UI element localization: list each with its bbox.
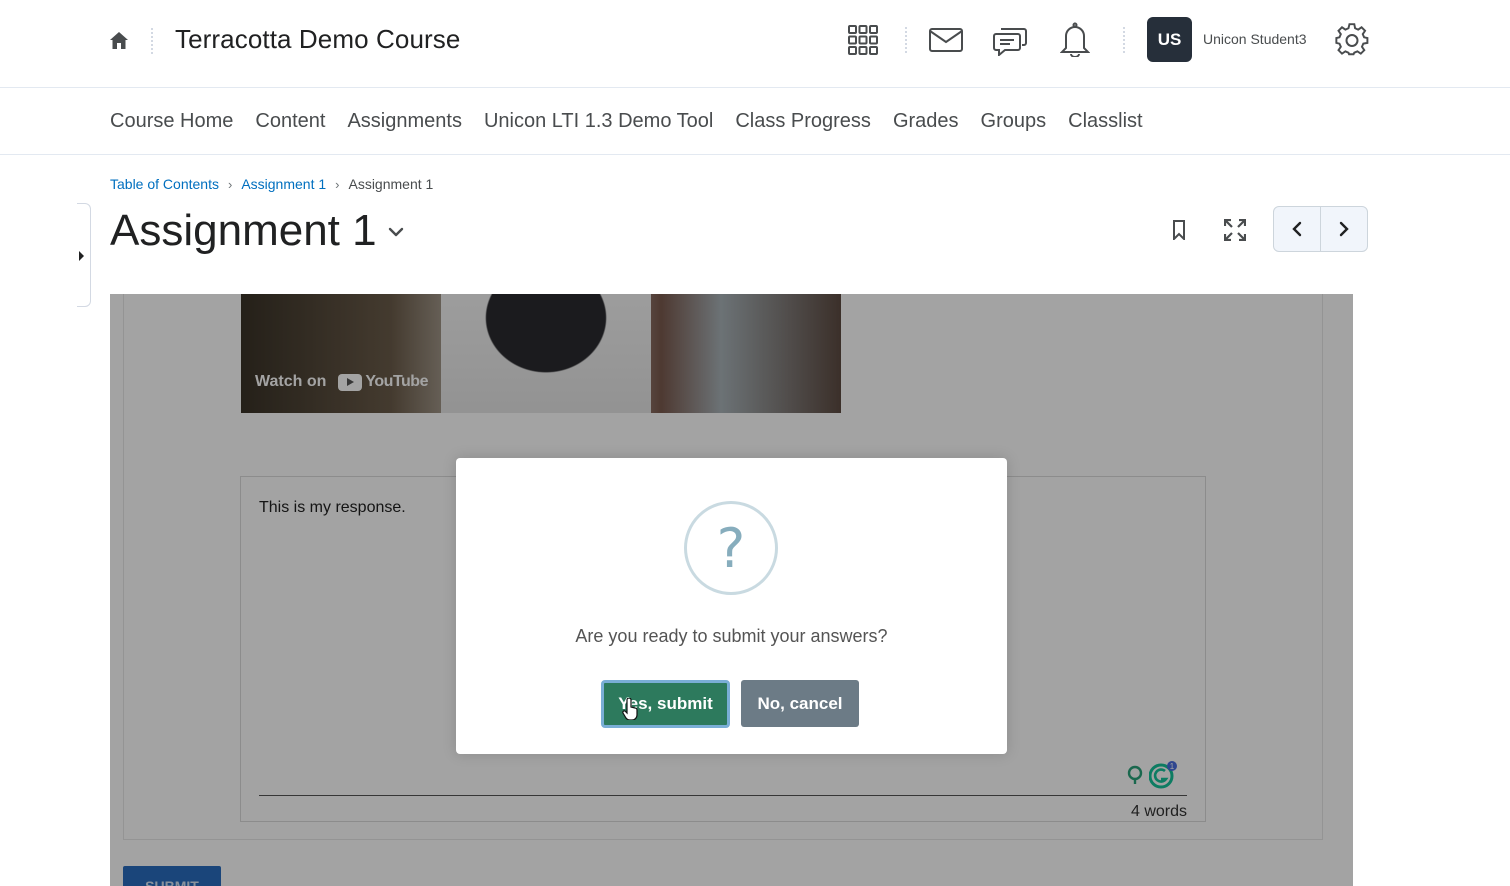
chevron-left-icon [1292,221,1302,237]
course-navbar: Course Home Content Assignments Unicon L… [0,89,1510,155]
breadcrumb-separator-icon: › [335,176,340,192]
breadcrumb-assignment[interactable]: Assignment 1 [241,176,326,192]
toc-panel-toggle[interactable] [77,203,91,307]
nav-item-assignments[interactable]: Assignments [347,110,462,133]
nav-item-grades[interactable]: Grades [893,110,959,133]
message-alerts-icon[interactable] [927,24,965,56]
user-name[interactable]: Unicon Student3 [1203,31,1307,47]
update-alerts-bell-icon[interactable] [1057,20,1093,58]
breadcrumb-table-of-contents[interactable]: Table of Contents [110,176,219,192]
home-icon[interactable] [104,26,134,54]
nav-item-lti-demo-tool[interactable]: Unicon LTI 1.3 Demo Tool [484,110,713,133]
settings-gear-icon[interactable] [1333,21,1371,59]
avatar[interactable]: US [1147,17,1192,62]
breadcrumb-separator-icon: › [227,176,233,192]
next-topic-button[interactable] [1321,207,1367,251]
chevron-right-icon [1339,221,1349,237]
nav-item-groups[interactable]: Groups [981,110,1047,133]
dialog-message: Are you ready to submit your answers? [575,626,888,646]
chevron-down-icon[interactable] [386,222,406,242]
divider [905,27,907,53]
course-selector-grid-icon[interactable] [845,22,881,58]
breadcrumb: Table of Contents › Assignment 1 › Assig… [110,176,433,192]
divider [1123,27,1125,53]
no-cancel-button[interactable]: No, cancel [741,680,859,727]
nav-item-course-home[interactable]: Course Home [110,110,233,133]
yes-submit-button[interactable]: Yes, submit [601,680,730,728]
fullscreen-icon[interactable] [1220,215,1250,245]
page-title: Assignment 1 [110,206,377,255]
topic-pager [1273,206,1368,252]
top-minibar: Terracotta Demo Course US Unicon Student… [0,0,1510,88]
question-icon: ? [684,501,778,595]
nav-item-class-progress[interactable]: Class Progress [735,110,871,133]
divider [151,28,153,54]
previous-topic-button[interactable] [1274,207,1321,251]
nav-item-content[interactable]: Content [255,110,325,133]
subscription-alerts-icon[interactable] [991,22,1029,58]
course-title[interactable]: Terracotta Demo Course [175,24,460,55]
submit-confirmation-dialog: ? Are you ready to submit your answers? … [456,458,1007,754]
nav-item-classlist[interactable]: Classlist [1068,110,1142,133]
mouse-cursor-icon [622,697,638,725]
breadcrumb-current: Assignment 1 [348,176,434,192]
bookmark-icon[interactable] [1166,216,1192,244]
question-mark: ? [716,516,746,580]
